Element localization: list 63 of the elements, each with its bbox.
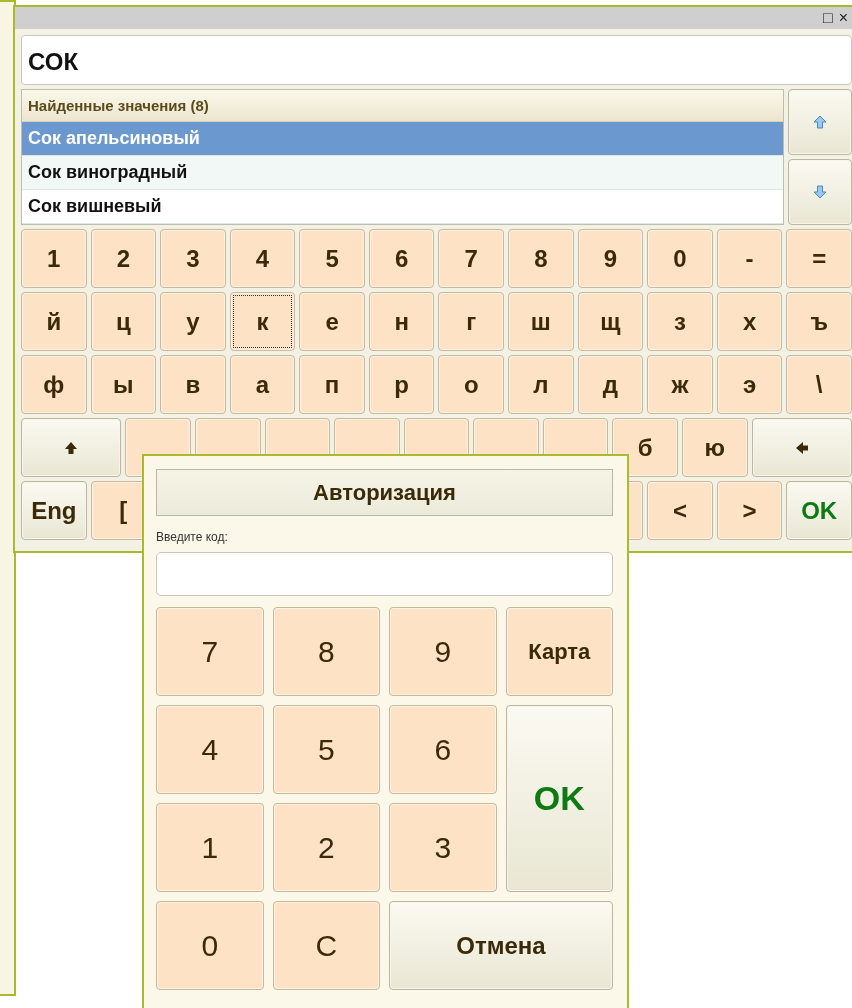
- key[interactable]: >: [716, 481, 783, 540]
- key[interactable]: д: [577, 355, 644, 414]
- key[interactable]: 0: [647, 229, 713, 288]
- cancel-button[interactable]: Отмена: [389, 901, 613, 990]
- key[interactable]: н: [368, 292, 435, 351]
- key[interactable]: э: [716, 355, 783, 414]
- keypad-key[interactable]: Карта: [505, 607, 613, 696]
- key[interactable]: ю: [682, 418, 748, 477]
- keypad-key[interactable]: 0: [156, 901, 264, 990]
- keypad-key[interactable]: 4: [156, 705, 264, 794]
- key[interactable]: у: [160, 292, 226, 351]
- ok-button[interactable]: OK: [505, 705, 613, 892]
- keypad-key[interactable]: 6: [389, 705, 497, 794]
- keypad-key[interactable]: 7: [156, 607, 264, 696]
- key[interactable]: 8: [508, 229, 574, 288]
- keypad-key[interactable]: 2: [272, 803, 380, 892]
- keypad-key[interactable]: 5: [272, 705, 380, 794]
- list-header: Найденные значения (8): [22, 90, 783, 122]
- keypad-key[interactable]: 8: [272, 607, 380, 696]
- key[interactable]: л: [508, 355, 574, 414]
- key[interactable]: ж: [647, 355, 713, 414]
- key[interactable]: в: [160, 355, 226, 414]
- keypad-key[interactable]: C: [272, 901, 380, 990]
- key[interactable]: 9: [577, 229, 644, 288]
- ok-key[interactable]: OK: [786, 481, 852, 540]
- code-label: Введите код:: [156, 530, 229, 544]
- maximize-button[interactable]: □: [823, 9, 833, 27]
- key[interactable]: 5: [299, 229, 365, 288]
- key[interactable]: 2: [90, 229, 157, 288]
- keypad-key[interactable]: 3: [389, 803, 497, 892]
- list-item[interactable]: Сок виноградный: [22, 156, 783, 190]
- key[interactable]: 1: [21, 229, 87, 288]
- close-button[interactable]: ×: [838, 9, 848, 27]
- key[interactable]: г: [438, 292, 505, 351]
- key[interactable]: о: [438, 355, 505, 414]
- key[interactable]: 3: [160, 229, 226, 288]
- key[interactable]: й: [21, 292, 87, 351]
- key[interactable]: ц: [90, 292, 157, 351]
- key[interactable]: а: [229, 355, 296, 414]
- key[interactable]: 7: [438, 229, 505, 288]
- key[interactable]: з: [647, 292, 713, 351]
- key[interactable]: х: [716, 292, 783, 351]
- key[interactable]: п: [299, 355, 365, 414]
- key[interactable]: р: [368, 355, 435, 414]
- key[interactable]: -: [716, 229, 783, 288]
- key[interactable]: ы: [90, 355, 157, 414]
- key[interactable]: ш: [508, 292, 574, 351]
- dialog-title: Авторизация: [156, 469, 613, 516]
- key[interactable]: ф: [21, 355, 87, 414]
- language-key[interactable]: Eng: [21, 481, 87, 540]
- key[interactable]: <: [647, 481, 713, 540]
- key[interactable]: щ: [577, 292, 644, 351]
- search-field[interactable]: СОК: [21, 35, 852, 85]
- key[interactable]: ъ: [786, 292, 852, 351]
- key[interactable]: 6: [368, 229, 435, 288]
- key[interactable]: \: [786, 355, 852, 414]
- key[interactable]: к: [229, 292, 296, 351]
- key[interactable]: 4: [229, 229, 296, 288]
- key[interactable]: =: [786, 229, 852, 288]
- key[interactable]: е: [299, 292, 365, 351]
- list-item[interactable]: Сок вишневый: [22, 190, 783, 224]
- keypad-key[interactable]: 9: [389, 607, 497, 696]
- keypad-key[interactable]: 1: [156, 803, 264, 892]
